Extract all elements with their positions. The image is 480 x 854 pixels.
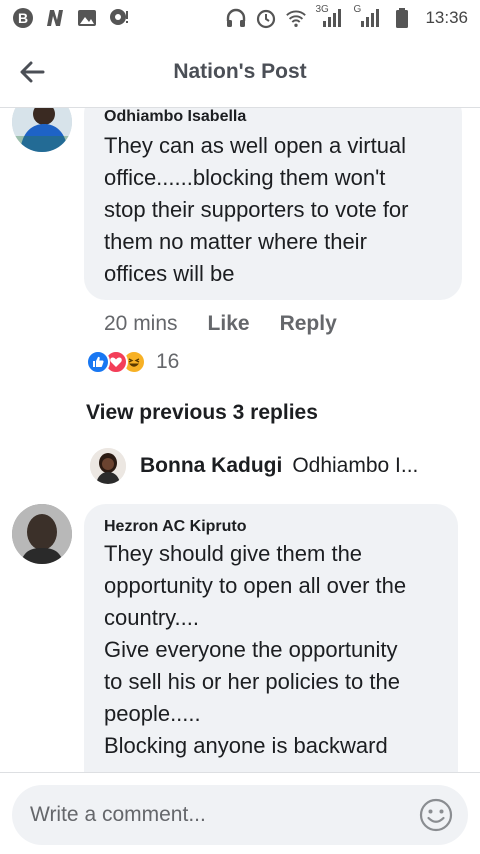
page-title: Nation's Post bbox=[173, 60, 307, 83]
b-app-icon: B bbox=[12, 7, 34, 29]
emoji-button[interactable] bbox=[418, 797, 454, 833]
comment-author[interactable]: Hezron AC Kipruto bbox=[104, 518, 247, 536]
avatar bbox=[90, 448, 126, 484]
signal-g-icon: G bbox=[353, 4, 383, 29]
comments-thread[interactable]: Odhiambo Isabella They can as well open … bbox=[0, 108, 480, 772]
comment-timestamp[interactable]: 20 mins bbox=[104, 312, 178, 336]
clock: 13:36 bbox=[425, 8, 468, 27]
smiley-icon bbox=[419, 798, 453, 832]
comment-actions: 20 mins Like Reply bbox=[104, 312, 337, 336]
back-arrow-icon bbox=[20, 61, 45, 82]
avatar[interactable] bbox=[12, 504, 72, 564]
comment-bubble[interactable]: Hezron AC Kipruto They should give them … bbox=[84, 504, 458, 772]
messenger-alert-icon bbox=[108, 7, 130, 29]
comment-input[interactable] bbox=[12, 785, 468, 845]
back-button[interactable] bbox=[0, 36, 64, 108]
top-header: Nation's Post bbox=[0, 36, 480, 108]
reply-button[interactable]: Reply bbox=[280, 312, 337, 336]
signal-3g-icon: 3G bbox=[315, 4, 345, 29]
avatar[interactable] bbox=[12, 108, 72, 152]
gallery-icon bbox=[76, 7, 98, 29]
comment-text: They should give them the opportunity to… bbox=[104, 541, 407, 758]
like-button[interactable]: Like bbox=[208, 312, 250, 336]
comment-bubble[interactable]: Odhiambo Isabella They can as well open … bbox=[84, 108, 462, 300]
comment-author[interactable]: Odhiambo Isabella bbox=[104, 108, 246, 126]
reply-author[interactable]: Bonna Kadugi bbox=[140, 454, 282, 478]
view-previous-replies-link[interactable]: View previous 3 replies bbox=[86, 401, 318, 425]
wifi-icon bbox=[285, 7, 307, 29]
reaction-summary[interactable]: 16 bbox=[86, 350, 179, 374]
news-app-icon bbox=[44, 7, 66, 29]
comment-composer bbox=[0, 772, 480, 854]
battery-icon bbox=[391, 7, 413, 29]
headphones-icon bbox=[225, 7, 247, 29]
reply-preview[interactable]: Bonna Kadugi Odhiambo I... bbox=[90, 448, 418, 484]
reply-snippet: Odhiambo I... bbox=[292, 454, 419, 477]
svg-text:B: B bbox=[18, 10, 28, 26]
status-bar: B 3G G 13:36 bbox=[0, 0, 480, 36]
reaction-count: 16 bbox=[156, 350, 180, 373]
comment-text: They can as well open a virtual office..… bbox=[104, 133, 409, 286]
alarm-icon bbox=[255, 7, 277, 29]
like-reaction-icon bbox=[86, 350, 110, 374]
